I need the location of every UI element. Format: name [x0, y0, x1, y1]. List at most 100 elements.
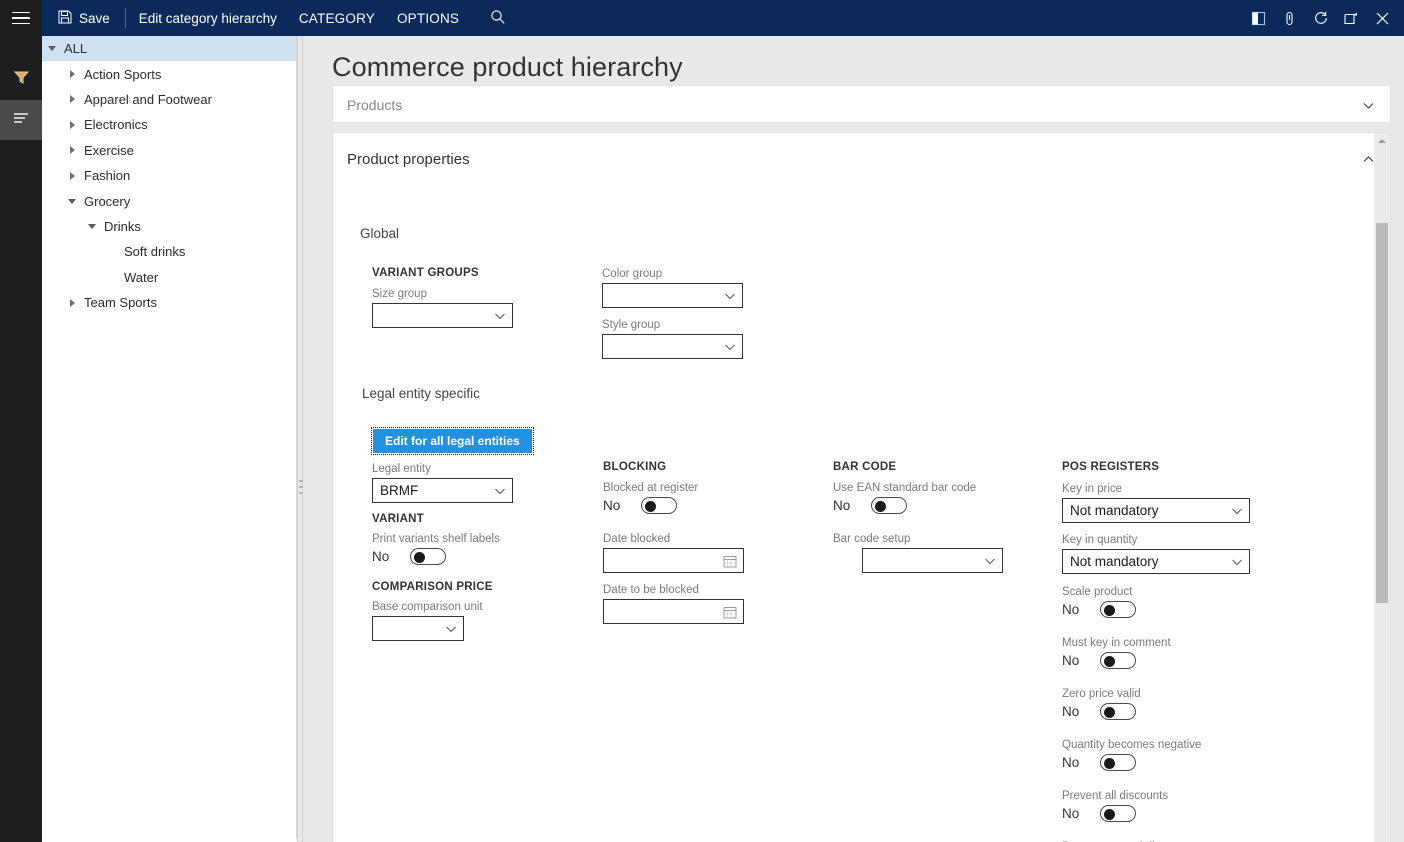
list-panel-button[interactable]: [0, 100, 42, 140]
tree-item-label: ALL: [62, 41, 87, 56]
navigation-menu-button[interactable]: [0, 0, 42, 36]
chevron-down-icon[interactable]: [1229, 554, 1245, 570]
key-in-quantity-input[interactable]: Not mandatory: [1062, 549, 1250, 574]
save-button[interactable]: Save: [42, 0, 123, 36]
save-disk-icon: [58, 10, 72, 27]
calendar-icon[interactable]: [723, 554, 737, 568]
menu-category[interactable]: CATEGORY: [288, 0, 386, 36]
tree-item-electronics[interactable]: Electronics: [42, 112, 296, 137]
tree-item-exercise[interactable]: Exercise: [42, 138, 296, 163]
chevron-right-icon[interactable]: [62, 121, 82, 129]
scrollbar-thumb[interactable]: [1376, 223, 1388, 603]
list-panel-icon: [13, 111, 30, 130]
edit-for-all-legal-entities-button[interactable]: Edit for all legal entities: [373, 429, 532, 453]
print-variants-shelf-labels-value: No: [372, 549, 400, 564]
size-group-input[interactable]: [372, 303, 513, 328]
chevron-down-icon[interactable]: [492, 308, 508, 324]
scale-product-toggle[interactable]: [1100, 601, 1136, 618]
prevent-all-discounts-toggle[interactable]: [1100, 805, 1136, 822]
size-group-label: Size group: [372, 288, 513, 300]
popout-icon[interactable]: [1336, 0, 1367, 36]
chevron-down-icon[interactable]: [492, 483, 508, 499]
blocked-at-register-field[interactable]: Blocked at register No: [603, 482, 698, 514]
base-comparison-unit-input[interactable]: [372, 616, 464, 641]
prevent-all-discounts-field[interactable]: Prevent all discounts No: [1062, 790, 1168, 822]
date-blocked-field[interactable]: Date blocked: [603, 533, 744, 573]
base-comparison-unit-field[interactable]: Base comparison unit: [372, 601, 464, 641]
category-hierarchy-tree[interactable]: ALL Action SportsApparel and FootwearElec…: [42, 36, 297, 839]
tree-item-label: Fashion: [82, 168, 130, 183]
refresh-icon[interactable]: [1305, 0, 1336, 36]
chevron-down-icon[interactable]: [443, 621, 459, 637]
chevron-down-icon[interactable]: [722, 288, 738, 304]
scroll-up-icon[interactable]: [1374, 133, 1390, 149]
chevron-right-icon[interactable]: [62, 172, 82, 180]
tree-item-label: Team Sports: [82, 295, 157, 310]
chevron-down-icon[interactable]: [722, 339, 738, 355]
key-in-price-input[interactable]: Not mandatory: [1062, 498, 1250, 523]
chevron-down-icon[interactable]: [42, 46, 62, 51]
use-ean-standard-bar-code-field[interactable]: Use EAN standard bar code No: [833, 482, 976, 514]
tree-item-grocery[interactable]: Grocery: [42, 188, 296, 213]
close-icon[interactable]: [1367, 0, 1398, 36]
filter-pane-button[interactable]: [0, 60, 42, 100]
products-section-header[interactable]: Products: [333, 86, 1390, 124]
properties-scrollbar[interactable]: [1374, 133, 1390, 842]
product-properties-header[interactable]: Product properties: [333, 133, 1390, 185]
bar-code-setup-input[interactable]: [862, 548, 1003, 573]
date-to-be-blocked-field[interactable]: Date to be blocked: [603, 584, 744, 624]
legal-entity-field[interactable]: Legal entity BRMF: [372, 463, 513, 503]
key-in-price-field[interactable]: Key in price Not mandatory: [1062, 483, 1250, 523]
tree-item-team-sports[interactable]: Team Sports: [42, 290, 296, 315]
tree-item-drinks[interactable]: Drinks: [42, 214, 296, 239]
chevron-right-icon[interactable]: [62, 70, 82, 78]
style-group-input[interactable]: [602, 334, 743, 359]
key-in-quantity-value: Not mandatory: [1070, 554, 1229, 569]
tree-item-action-sports[interactable]: Action Sports: [42, 61, 296, 86]
must-key-in-comment-field[interactable]: Must key in comment No: [1062, 637, 1171, 669]
color-group-field[interactable]: Color group: [602, 268, 743, 308]
print-variants-shelf-labels-field[interactable]: Print variants shelf labels No: [372, 533, 500, 565]
bar-code-setup-field[interactable]: Bar code setup: [862, 533, 1003, 573]
tree-item-all[interactable]: ALL: [42, 36, 296, 61]
quantity-becomes-negative-toggle[interactable]: [1100, 754, 1136, 771]
chevron-right-icon[interactable]: [62, 95, 82, 103]
size-group-field[interactable]: Size group: [372, 288, 513, 328]
tree-item-label: Soft drinks: [122, 244, 185, 259]
zero-price-valid-field[interactable]: Zero price valid No: [1062, 688, 1141, 720]
style-group-field[interactable]: Style group: [602, 319, 743, 359]
left-rail: [0, 36, 42, 842]
chevron-right-icon[interactable]: [62, 299, 82, 307]
print-variants-shelf-labels-toggle[interactable]: [410, 548, 446, 565]
tree-item-water[interactable]: Water: [42, 265, 296, 290]
use-ean-standard-bar-code-toggle[interactable]: [871, 497, 907, 514]
scale-product-field[interactable]: Scale product No: [1062, 586, 1136, 618]
chevron-right-icon[interactable]: [62, 146, 82, 154]
chevron-down-icon[interactable]: [62, 199, 82, 204]
color-group-input[interactable]: [602, 283, 743, 308]
legal-entity-input[interactable]: BRMF: [372, 478, 513, 503]
chevron-down-icon[interactable]: [1229, 503, 1245, 519]
date-to-be-blocked-input[interactable]: [603, 599, 744, 624]
attachment-icon[interactable]: [1274, 0, 1305, 36]
tree-item-fashion[interactable]: Fashion: [42, 163, 296, 188]
chevron-down-icon[interactable]: [82, 224, 102, 229]
office-app-icon[interactable]: [1243, 0, 1274, 36]
blocked-at-register-toggle[interactable]: [641, 497, 677, 514]
product-properties-title: Product properties: [347, 151, 470, 168]
key-in-quantity-field[interactable]: Key in quantity Not mandatory: [1062, 534, 1250, 574]
zero-price-valid-value: No: [1062, 704, 1090, 719]
date-blocked-input[interactable]: [603, 548, 744, 573]
quantity-becomes-negative-field[interactable]: Quantity becomes negative No: [1062, 739, 1201, 771]
zero-price-valid-toggle[interactable]: [1100, 703, 1136, 720]
tree-item-label: Water: [122, 270, 158, 285]
chevron-down-icon[interactable]: [982, 553, 998, 569]
menu-options[interactable]: OPTIONS: [386, 0, 470, 36]
tree-item-soft-drinks[interactable]: Soft drinks: [42, 239, 296, 264]
tree-item-apparel-and-footwear[interactable]: Apparel and Footwear: [42, 87, 296, 112]
chevron-down-icon[interactable]: [1362, 99, 1375, 112]
calendar-icon[interactable]: [723, 605, 737, 619]
must-key-in-comment-toggle[interactable]: [1100, 652, 1136, 669]
top-bar-right-icons: [1243, 0, 1404, 36]
search-button[interactable]: [470, 0, 520, 36]
